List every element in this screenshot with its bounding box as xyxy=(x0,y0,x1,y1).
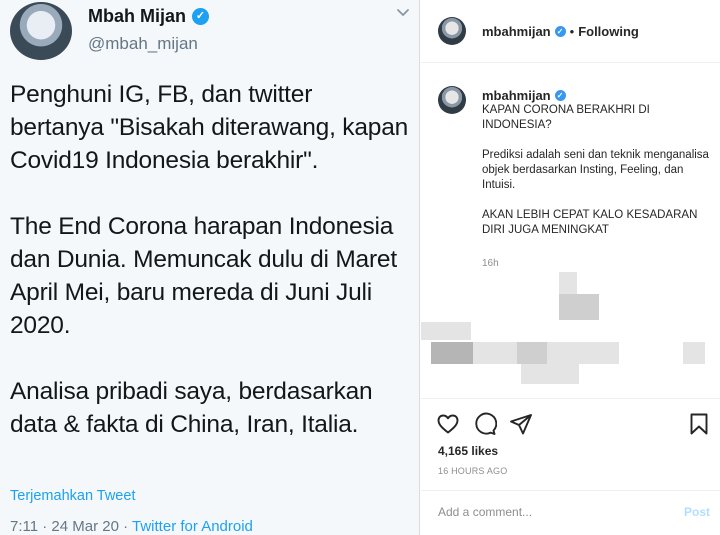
post-timestamp[interactable]: 16 HOURS AGO xyxy=(438,466,507,476)
tweet-meta: 7:11 · 24 Mar 20 · Twitter for Android xyxy=(10,518,253,535)
separator: • xyxy=(569,24,575,39)
avatar[interactable] xyxy=(10,2,72,60)
share-icon[interactable] xyxy=(509,412,533,436)
post-actions xyxy=(421,408,720,438)
user-handle[interactable]: @mbah_mijan xyxy=(88,34,198,54)
comment-bar: Post xyxy=(421,490,720,535)
verified-badge-icon: ✓ xyxy=(192,8,209,25)
divider xyxy=(421,398,720,399)
username[interactable]: mbahmijan xyxy=(482,24,551,39)
comment-icon[interactable] xyxy=(473,412,497,436)
translate-tweet-link[interactable]: Terjemahkan Tweet xyxy=(10,488,135,504)
bookmark-icon[interactable] xyxy=(687,412,711,436)
tweet-author: Mbah Mijan ✓ xyxy=(88,6,209,27)
caption-author: mbahmijan ✓ xyxy=(482,88,566,103)
avatar[interactable] xyxy=(438,17,466,45)
verified-badge-icon: ✓ xyxy=(554,90,566,101)
tweet-time[interactable]: 7:11 · 24 Mar 20 · xyxy=(10,518,132,535)
post-comment-button[interactable]: Post xyxy=(684,505,710,519)
tweet-text: Penghuni IG, FB, dan twitter bertanya "B… xyxy=(10,81,409,438)
tweet-source[interactable]: Twitter for Android xyxy=(132,518,253,535)
following-button[interactable]: Following xyxy=(578,24,639,39)
display-name[interactable]: Mbah Mijan xyxy=(88,6,186,27)
verified-badge-icon: ✓ xyxy=(554,26,566,37)
chevron-down-icon[interactable] xyxy=(394,4,412,22)
tweet-panel: Mbah Mijan ✓ @mbah_mijan Penghuni IG, FB… xyxy=(0,0,420,535)
likes-count[interactable]: 4,165 likes xyxy=(438,444,498,458)
caption-text: KAPAN CORONA BERAKHRI DI INDONESIA? Pred… xyxy=(482,104,709,236)
caption-avatar[interactable] xyxy=(438,86,466,114)
caption-timestamp[interactable]: 16h xyxy=(482,258,499,269)
post-header: mbahmijan ✓ • Following xyxy=(421,0,720,63)
caption-username[interactable]: mbahmijan xyxy=(482,88,551,103)
comment-input[interactable] xyxy=(438,505,668,519)
heart-icon[interactable] xyxy=(436,412,460,436)
instagram-panel: mbahmijan ✓ • Following mbahmijan ✓ KAPA… xyxy=(421,0,720,535)
